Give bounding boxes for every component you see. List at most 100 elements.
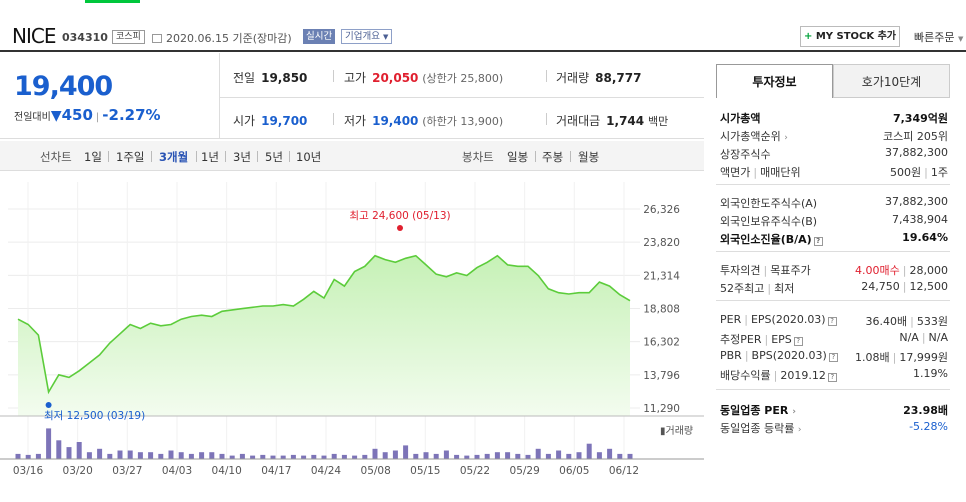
- period-1w[interactable]: 1주일: [116, 149, 144, 165]
- tab-investment-info[interactable]: 투자정보: [716, 64, 833, 98]
- volume-value: 88,777: [595, 71, 642, 85]
- date-info: 2020.06.15 기준(장마감): [152, 30, 292, 46]
- price-area: [18, 255, 630, 416]
- opinion-row: 투자의견 | 목표주가 4.00매수 | 28,000: [716, 260, 950, 278]
- target-label-text: 목표주가: [770, 264, 811, 277]
- volume-bar: [280, 455, 286, 459]
- foreign-ratio-value: 19.64%: [902, 231, 948, 244]
- eps-value-text: 533원: [916, 315, 948, 328]
- est-eps-value-text: N/A: [928, 331, 948, 344]
- est-per-value-text: N/A: [899, 331, 919, 344]
- price-chart[interactable]: 26,326 23,820 21,314 18,808 16,302 13,796 11,2…: [0, 172, 704, 502]
- quick-order-button[interactable]: 빠른주문 ▼: [914, 29, 963, 45]
- help-icon[interactable]: ?: [827, 373, 837, 382]
- volume-bar: [586, 443, 592, 459]
- x-tick-label: 04/17: [261, 465, 291, 477]
- add-my-stock-button[interactable]: + MY STOCK 추가: [800, 26, 900, 47]
- divider: [196, 151, 197, 162]
- w52-low-label: 최저: [774, 282, 795, 295]
- upper-limit: (상한가 25,800): [422, 72, 504, 85]
- period-1y[interactable]: 1년: [201, 149, 219, 165]
- cap-rank-row[interactable]: 시가총액순위 › 코스피 205위: [716, 126, 950, 144]
- tab-order-book[interactable]: 호가10단계: [833, 64, 950, 98]
- par-row: 액면가 | 매매단위 500원 | 1주: [716, 162, 950, 180]
- volume-bar: [392, 450, 398, 459]
- help-icon[interactable]: ?: [827, 317, 837, 326]
- bps-label-text: BPS: [751, 349, 773, 362]
- est-per-label: 추정PER | EPS?: [720, 331, 803, 347]
- volume-bar: [188, 453, 194, 459]
- sector-change-row[interactable]: 동일업종 등락률 › -5.28%: [716, 418, 950, 436]
- period-monthly-candle[interactable]: 월봉: [578, 149, 599, 165]
- volume-bar: [148, 452, 154, 459]
- x-tick-label: 06/12: [609, 465, 639, 477]
- period-weekly-candle[interactable]: 주봉: [542, 149, 563, 165]
- price-summary: 19,400 전일대비▼450 | -2.27% 전일 19,850 고가 20,050…: [0, 53, 704, 139]
- x-tick-label: 03/20: [63, 465, 93, 477]
- period-5y[interactable]: 5년: [265, 149, 283, 165]
- volume: 거래량 88,777: [556, 69, 641, 86]
- volume-bar: [158, 453, 164, 459]
- market-cap-value: 7,349억원: [892, 112, 948, 125]
- sector-per-row[interactable]: 동일업종 PER › 23.98배: [716, 400, 950, 418]
- calendar-icon: [152, 34, 162, 43]
- volume-bar: [321, 455, 327, 459]
- volume-bar: [433, 453, 439, 459]
- help-icon[interactable]: ?: [813, 237, 823, 246]
- divider: [333, 113, 334, 125]
- change-amount: 450: [61, 106, 93, 124]
- volume-bar: [250, 455, 256, 459]
- sector-per-value: 23.98배: [903, 404, 948, 417]
- chevron-down-icon: ▼: [383, 33, 389, 41]
- period-daily-candle[interactable]: 일봉: [507, 149, 528, 165]
- divider: |: [753, 166, 758, 179]
- y-tick-label: 23,820: [643, 237, 680, 249]
- period-10y[interactable]: 10년: [296, 149, 321, 165]
- period-3m[interactable]: 3개월: [159, 149, 188, 165]
- down-arrow-icon: ▼: [50, 108, 62, 124]
- x-tick-label: 05/22: [460, 465, 490, 477]
- dividend-period: 2019.12: [780, 369, 826, 382]
- divider: |: [921, 331, 926, 344]
- price-chart-svg: 26,326 23,820 21,314 18,808 16,302 13,796 11,2…: [0, 182, 704, 477]
- eps-label-text: EPS: [750, 313, 772, 326]
- low-annotation: 최저 12,500 (03/19): [44, 410, 145, 422]
- par-label-text: 액면가: [720, 166, 751, 179]
- unit-label-text: 매매단위: [760, 166, 801, 179]
- volume-bar: [35, 453, 41, 459]
- volume-bar: [545, 453, 551, 459]
- y-tick-label: 11,290: [643, 403, 680, 415]
- x-tick-label: 03/27: [112, 465, 142, 477]
- volume-bar: [464, 455, 470, 459]
- est-per-value: N/A | N/A: [899, 331, 948, 344]
- help-icon[interactable]: ?: [793, 337, 803, 346]
- divider: [570, 151, 571, 162]
- period-1d[interactable]: 1일: [84, 149, 102, 165]
- divider: [108, 151, 109, 162]
- foreign-hold-label: 외국인보유주식수(B): [720, 215, 818, 228]
- valuation-section: PER | EPS(2020.03)? 36.40배 | 533원 추정PER | EPS? N…: [716, 301, 950, 390]
- est-eps-label-text: EPS: [771, 333, 792, 346]
- divider: |: [902, 280, 907, 293]
- volume-bar: [56, 440, 62, 459]
- stock-name: NICE: [12, 24, 56, 48]
- period-3y[interactable]: 3년: [233, 149, 251, 165]
- divider: |: [764, 333, 769, 346]
- per-value: 36.40배 | 533원: [866, 313, 948, 329]
- date-text: 2020.06.15 기준(장마감): [166, 32, 292, 45]
- volume-bar: [607, 448, 613, 459]
- w52-label: 52주최고 | 최저: [720, 280, 794, 296]
- w52-low-value: 12,500: [909, 280, 949, 293]
- foreign-limit-row: 외국인한도주식수(A) 37,882,300: [716, 193, 950, 211]
- company-overview-dropdown[interactable]: 기업개요 ▼: [341, 29, 393, 44]
- help-icon[interactable]: ?: [828, 353, 838, 362]
- shares-row: 상장주식수 37,882,300: [716, 144, 950, 162]
- realtime-button[interactable]: 실시간: [303, 29, 336, 44]
- market-cap-row: 시가총액 7,349억원: [716, 108, 950, 126]
- foreign-limit-label: 외국인한도주식수(A): [720, 197, 818, 210]
- price-row-divider: [219, 97, 704, 98]
- volume-bar: [362, 454, 368, 459]
- shares-value: 37,882,300: [885, 146, 948, 159]
- volume-bar: [484, 453, 490, 459]
- volume-bar: [403, 445, 409, 459]
